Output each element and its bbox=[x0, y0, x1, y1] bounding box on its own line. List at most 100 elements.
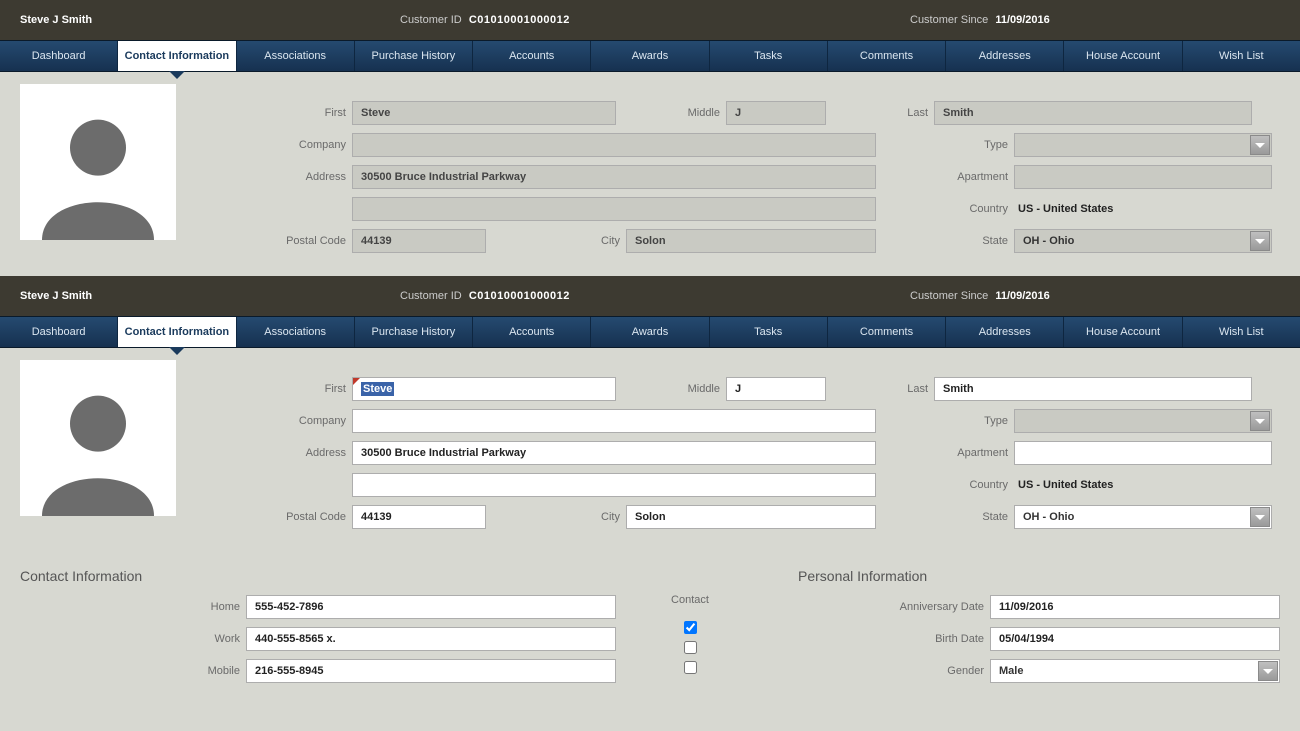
tab-addresses[interactable]: Addresses bbox=[946, 317, 1064, 347]
apartment-input bbox=[1014, 165, 1272, 189]
tab-wish-list[interactable]: Wish List bbox=[1183, 41, 1300, 71]
country-value: US - United States bbox=[1014, 479, 1113, 491]
chevron-down-icon bbox=[1250, 231, 1270, 251]
postal-label: Postal Code bbox=[192, 511, 352, 523]
tab-comments[interactable]: Comments bbox=[828, 317, 946, 347]
middle-input bbox=[726, 101, 826, 125]
address2-input[interactable] bbox=[352, 473, 876, 497]
tab-associations[interactable]: Associations bbox=[237, 317, 355, 347]
postal-input bbox=[352, 229, 486, 253]
contact-home-checkbox[interactable] bbox=[684, 621, 697, 634]
avatar-placeholder-icon bbox=[28, 376, 168, 516]
postal-input[interactable] bbox=[352, 505, 486, 529]
tab-awards[interactable]: Awards bbox=[591, 41, 709, 71]
home-phone-input[interactable] bbox=[246, 595, 616, 619]
address1-input bbox=[352, 165, 876, 189]
city-input bbox=[626, 229, 876, 253]
birth-label: Birth Date bbox=[760, 633, 990, 645]
type-select[interactable] bbox=[1014, 409, 1272, 433]
avatar-placeholder-icon bbox=[28, 100, 168, 240]
company-input bbox=[352, 133, 876, 157]
city-input[interactable] bbox=[626, 505, 876, 529]
gender-select[interactable]: Male bbox=[990, 659, 1280, 683]
contact-mobile-checkbox[interactable] bbox=[684, 661, 697, 674]
city-label: City bbox=[486, 511, 626, 523]
customer-id: Customer ID C01010001000012 bbox=[400, 14, 820, 26]
first-label: First bbox=[192, 107, 352, 119]
first-input bbox=[352, 101, 616, 125]
anniversary-label: Anniversary Date bbox=[760, 601, 990, 613]
state-label: State bbox=[876, 511, 1014, 523]
address2-input bbox=[352, 197, 876, 221]
tab-awards[interactable]: Awards bbox=[591, 317, 709, 347]
tab-comments[interactable]: Comments bbox=[828, 41, 946, 71]
tab-house-account[interactable]: House Account bbox=[1064, 41, 1182, 71]
postal-label: Postal Code bbox=[192, 235, 352, 247]
city-label: City bbox=[486, 235, 626, 247]
birth-input[interactable] bbox=[990, 627, 1280, 651]
contact-work-checkbox[interactable] bbox=[684, 641, 697, 654]
apartment-input[interactable] bbox=[1014, 441, 1272, 465]
tab-contact-information[interactable]: Contact Information bbox=[118, 317, 236, 347]
mobile-phone-input[interactable] bbox=[246, 659, 616, 683]
last-label: Last bbox=[826, 383, 934, 395]
address1-input[interactable] bbox=[352, 441, 876, 465]
tab-wish-list[interactable]: Wish List bbox=[1183, 317, 1300, 347]
address-label: Address bbox=[192, 171, 352, 183]
mobile-label: Mobile bbox=[20, 665, 246, 677]
customer-header: Steve J Smith Customer ID C0101000100001… bbox=[0, 0, 1300, 40]
tab-tasks[interactable]: Tasks bbox=[710, 41, 828, 71]
last-input bbox=[934, 101, 1252, 125]
middle-input[interactable] bbox=[726, 377, 826, 401]
tab-addresses[interactable]: Addresses bbox=[946, 41, 1064, 71]
middle-label: Middle bbox=[616, 383, 726, 395]
type-label: Type bbox=[876, 415, 1014, 427]
tab-dashboard[interactable]: Dashboard bbox=[0, 317, 118, 347]
company-label: Company bbox=[192, 139, 352, 151]
personal-info-heading: Personal Information bbox=[778, 552, 927, 594]
state-label: State bbox=[876, 235, 1014, 247]
anniversary-input[interactable] bbox=[990, 595, 1280, 619]
tab-associations[interactable]: Associations bbox=[237, 41, 355, 71]
tab-accounts[interactable]: Accounts bbox=[473, 317, 591, 347]
gender-label: Gender bbox=[760, 665, 990, 677]
tab-bar: Dashboard Contact Information Associatio… bbox=[0, 316, 1300, 348]
chevron-down-icon bbox=[1250, 411, 1270, 431]
tab-tasks[interactable]: Tasks bbox=[710, 317, 828, 347]
tab-bar: Dashboard Contact Information Associatio… bbox=[0, 40, 1300, 72]
company-input[interactable] bbox=[352, 409, 876, 433]
tab-purchase-history[interactable]: Purchase History bbox=[355, 317, 473, 347]
last-input[interactable] bbox=[934, 377, 1252, 401]
tab-purchase-history[interactable]: Purchase History bbox=[355, 41, 473, 71]
tab-dashboard[interactable]: Dashboard bbox=[0, 41, 118, 71]
apartment-label: Apartment bbox=[876, 171, 1014, 183]
company-label: Company bbox=[192, 415, 352, 427]
chevron-down-icon bbox=[1258, 661, 1278, 681]
chevron-down-icon bbox=[1250, 507, 1270, 527]
first-label: First bbox=[192, 383, 352, 395]
tab-accounts[interactable]: Accounts bbox=[473, 41, 591, 71]
tab-house-account[interactable]: House Account bbox=[1064, 317, 1182, 347]
country-label: Country bbox=[876, 203, 1014, 215]
address-label: Address bbox=[192, 447, 352, 459]
type-label: Type bbox=[876, 139, 1014, 151]
customer-name: Steve J Smith bbox=[20, 290, 400, 302]
customer-header: Steve J Smith Customer ID C0101000100001… bbox=[0, 276, 1300, 316]
customer-since: Customer Since 11/09/2016 bbox=[820, 14, 1280, 26]
contact-info-heading: Contact Information bbox=[0, 552, 600, 594]
customer-panel-readonly: Steve J Smith Customer ID C0101000100001… bbox=[0, 0, 1300, 276]
tab-contact-information[interactable]: Contact Information bbox=[118, 41, 236, 71]
state-select[interactable]: OH - Ohio bbox=[1014, 505, 1272, 529]
avatar[interactable] bbox=[20, 360, 176, 516]
customer-id: Customer ID C01010001000012 bbox=[400, 290, 820, 302]
work-phone-input[interactable] bbox=[246, 627, 616, 651]
customer-name: Steve J Smith bbox=[20, 14, 400, 26]
country-value: US - United States bbox=[1014, 203, 1113, 215]
work-label: Work bbox=[20, 633, 246, 645]
contact-column-header: Contact bbox=[620, 594, 760, 614]
middle-label: Middle bbox=[616, 107, 726, 119]
first-input[interactable]: Steve bbox=[352, 377, 616, 401]
avatar bbox=[20, 84, 176, 240]
last-label: Last bbox=[826, 107, 934, 119]
chevron-down-icon bbox=[1250, 135, 1270, 155]
